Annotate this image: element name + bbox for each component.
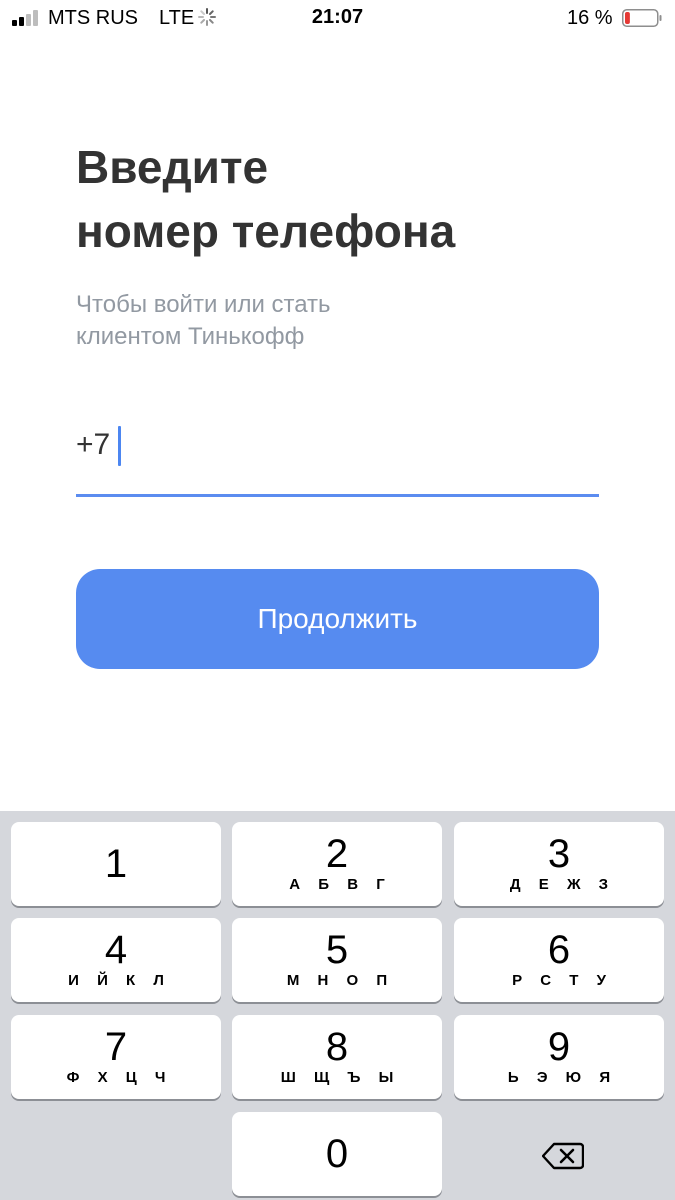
title-line-1: Введите (76, 141, 269, 193)
key-digit: 5 (325, 928, 349, 972)
key-5[interactable]: 5 М Н О П (232, 918, 442, 1002)
page-subtitle: Чтобы войти или стать клиентом Тинькофф (76, 289, 476, 353)
key-8[interactable]: 8 Ш Щ Ъ Ы (232, 1015, 442, 1099)
key-digit: 4 (104, 928, 128, 972)
key-digit: 3 (547, 832, 571, 876)
subtitle-line-1: Чтобы войти или стать (76, 291, 331, 318)
backspace-icon (542, 1142, 584, 1170)
battery-percent: 16 % (567, 7, 613, 29)
title-line-2: номер телефона (76, 205, 456, 257)
key-letters: Ь Э Ю Я (507, 1069, 618, 1086)
page-title: Введите номер телефона (76, 135, 636, 263)
status-bar: MTS RUS LTE 21:07 16 % (0, 0, 675, 38)
key-9[interactable]: 9 Ь Э Ю Я (454, 1015, 664, 1099)
key-digit: 9 (547, 1025, 571, 1069)
continue-button[interactable]: Продолжить (76, 569, 599, 669)
key-digit: 8 (325, 1025, 349, 1069)
key-4[interactable]: 4 И Й К Л (11, 918, 221, 1002)
key-2[interactable]: 2 А Б В Г (232, 822, 442, 906)
key-letters: И Й К Л (68, 972, 171, 989)
key-6[interactable]: 6 Р С Т У (454, 918, 664, 1002)
phone-login-screen: MTS RUS LTE 21:07 16 % Введите номер тел… (0, 0, 675, 1200)
key-digit: 2 (325, 832, 349, 876)
subtitle-line-2: клиентом Тинькофф (76, 323, 305, 350)
phone-number-input[interactable]: +7 (76, 420, 599, 497)
key-letters: А Б В Г (289, 876, 392, 893)
key-letters: Р С Т У (512, 972, 613, 989)
key-digit: 6 (547, 928, 571, 972)
phone-value: +7 (76, 428, 111, 461)
text-cursor (118, 426, 121, 466)
key-digit: 1 (104, 842, 128, 886)
backspace-key[interactable] (454, 1113, 664, 1197)
key-0[interactable]: 0 (232, 1112, 442, 1196)
key-7[interactable]: 7 Ф Х Ц Ч (11, 1015, 221, 1099)
numeric-keypad: 1 2 А Б В Г 3 Д Е Ж З 4 И Й К Л 5 М Н О … (0, 811, 675, 1200)
key-digit: 7 (104, 1025, 128, 1069)
key-1[interactable]: 1 (11, 822, 221, 906)
key-letters: Ш Щ Ъ Ы (280, 1069, 401, 1086)
key-digit: 0 (325, 1132, 349, 1176)
battery-icon (622, 9, 662, 27)
key-letters: Ф Х Ц Ч (66, 1069, 173, 1086)
key-letters: Д Е Ж З (509, 876, 616, 893)
key-letters: М Н О П (286, 972, 395, 989)
key-3[interactable]: 3 Д Е Ж З (454, 822, 664, 906)
